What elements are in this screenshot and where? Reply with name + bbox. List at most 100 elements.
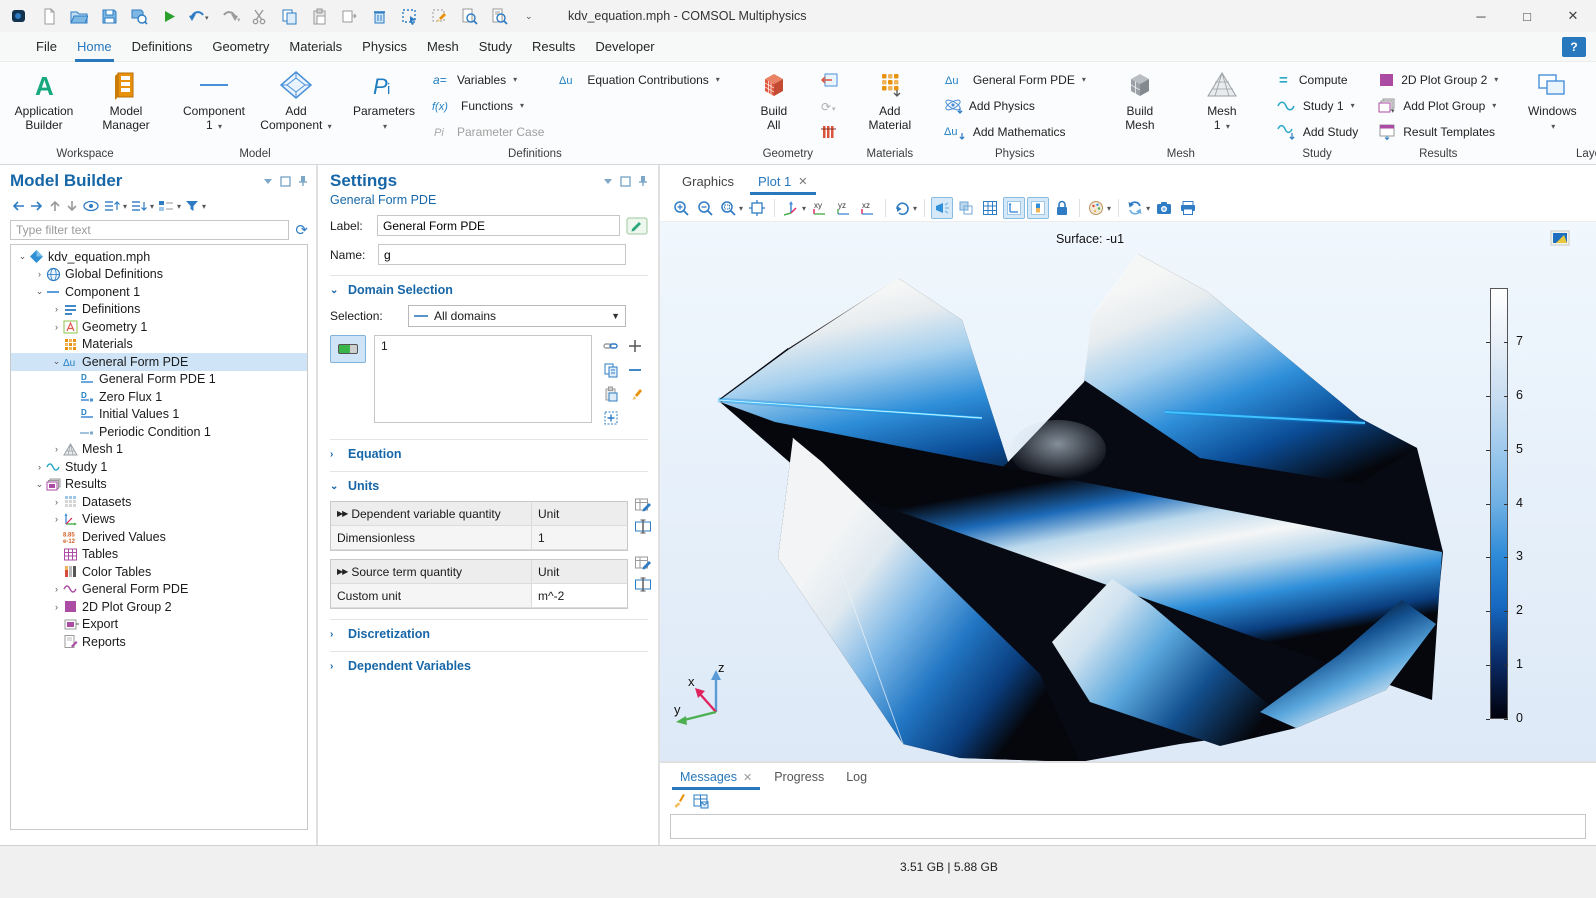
ribbon-button-model-manager[interactable]: ModelManager (86, 64, 166, 132)
ribbon-button-compute[interactable]: =Compute (1270, 68, 1364, 91)
model-builder-float-button[interactable] (280, 176, 291, 187)
qa-undo-button[interactable]: ▾ (186, 3, 212, 29)
clear-brush-button[interactable] (670, 793, 686, 809)
help-button[interactable]: ? (1562, 37, 1586, 57)
tree-item-export[interactable]: Export (11, 616, 307, 634)
tree-item-derived-values[interactable]: 8.85e-12Derived Values (11, 528, 307, 546)
qa-duplicate-button[interactable] (336, 3, 362, 29)
zoom-in-button[interactable] (670, 197, 692, 219)
ribbon-button-2d-plot-group-2[interactable]: 2D Plot Group 2▾ (1372, 68, 1504, 91)
name-input[interactable] (378, 244, 626, 265)
section-domain-selection[interactable]: ⌄ Domain Selection (330, 283, 648, 297)
tree-expander[interactable]: ⌄ (51, 356, 62, 367)
tree-item-general-form-pde[interactable]: ⌄ΔuGeneral Form PDE (11, 353, 307, 371)
ribbon-button-add-mathematics[interactable]: ΔuAdd Mathematics (938, 120, 1092, 143)
tree-item-tables[interactable]: Tables (11, 546, 307, 564)
paste-selection-button[interactable] (600, 383, 622, 405)
light-button[interactable] (931, 197, 953, 219)
messages-output-box[interactable] (670, 814, 1586, 839)
tree-expander[interactable]: ⌄ (34, 479, 45, 490)
refresh-icon[interactable]: ⟳ (295, 221, 308, 239)
zoom-to-selection-button[interactable] (600, 407, 622, 429)
tree-item-mesh-1[interactable]: ›Mesh 1 (11, 441, 307, 459)
close-tab-icon[interactable]: ✕ (798, 175, 807, 188)
tree-item-component-1[interactable]: ⌄Component 1 (11, 283, 307, 301)
ribbon-button-functions[interactable]: f(x)Functions▾ (426, 94, 550, 117)
copy-selection-list-button[interactable] (600, 359, 622, 381)
menu-file[interactable]: File (26, 32, 67, 62)
settings-float-button[interactable] (620, 176, 631, 187)
tree-item-zero-flux-1[interactable]: DZero Flux 1 (11, 388, 307, 406)
active-toggle-button[interactable] (330, 335, 366, 363)
ribbon-button-build-mesh[interactable]: BuildMesh (1100, 64, 1180, 132)
ribbon-button-study-1[interactable]: Study 1▾ (1270, 94, 1364, 117)
ribbon-button-general-form-pde[interactable]: ΔuGeneral Form PDE▾ (938, 68, 1092, 91)
qa-delete-button[interactable] (366, 3, 392, 29)
arrow-up-button[interactable] (48, 199, 62, 213)
maximize-button[interactable]: □ (1504, 0, 1550, 32)
ribbon-button-geom-fence[interactable] (816, 120, 842, 143)
grid-button[interactable] (979, 197, 1001, 219)
menu-materials[interactable]: Materials (279, 32, 352, 62)
section-equation[interactable]: › Equation (330, 447, 648, 461)
ribbon-button-geom-sync[interactable]: ⟳▾ (816, 94, 842, 117)
copy-selection-button[interactable] (600, 335, 622, 357)
print-button[interactable] (1177, 197, 1199, 219)
qa-save-search-button[interactable] (126, 3, 152, 29)
rotate-button[interactable]: ▾ (892, 197, 918, 219)
ribbon-button-windows[interactable]: Windows ▾ (1512, 64, 1592, 134)
ribbon-button-result-templates[interactable]: Result Templates (1372, 120, 1504, 143)
ribbon-button-component-1[interactable]: Component1 ▾ (174, 64, 254, 134)
add-to-selection-button[interactable] (624, 335, 646, 357)
tree-expander[interactable]: › (51, 514, 62, 524)
model-builder-menu-button[interactable] (263, 176, 273, 186)
tree-item-kdv-equation-mph[interactable]: ⌄kdv_equation.mph (11, 248, 307, 266)
close-tab-icon[interactable]: ✕ (743, 771, 752, 784)
tree-item-results[interactable]: ⌄Results (11, 476, 307, 494)
ribbon-button-geom-import[interactable] (816, 68, 842, 91)
collapse-all-button[interactable]: ▾ (130, 199, 154, 213)
zoom-extents-button[interactable] (746, 197, 768, 219)
menu-results[interactable]: Results (522, 32, 585, 62)
qa-redo-button[interactable]: ▾ (216, 3, 242, 29)
lock-button[interactable] (1051, 197, 1073, 219)
qa-cut-button[interactable] (246, 3, 272, 29)
funnel-button[interactable]: ▾ (184, 199, 206, 213)
qa-find-button[interactable] (456, 3, 482, 29)
tree-expander[interactable]: › (51, 444, 62, 454)
tree-expander[interactable]: › (51, 322, 62, 332)
qa-run-button[interactable] (156, 3, 182, 29)
label-input[interactable] (377, 215, 620, 236)
menu-geometry[interactable]: Geometry (202, 32, 279, 62)
selection-listbox[interactable]: 1 (374, 335, 592, 423)
tree-expander[interactable]: › (51, 602, 62, 612)
qa-save-button[interactable] (96, 3, 122, 29)
tree-expander[interactable]: › (34, 269, 45, 279)
camera-button[interactable] (1153, 197, 1175, 219)
cbar-button[interactable] (1027, 197, 1049, 219)
selection-dropdown[interactable]: All domains ▼ (408, 305, 626, 327)
section-units[interactable]: ⌄ Units (330, 479, 648, 493)
qa-customize-button[interactable]: ⌄ (516, 3, 542, 29)
qa-select-box-button[interactable] (396, 3, 422, 29)
model-builder-pin-button[interactable] (298, 175, 308, 187)
tree-item-study-1[interactable]: ›Study 1 (11, 458, 307, 476)
ribbon-button-variables[interactable]: a=Variables▾ (426, 68, 550, 91)
tree-expander[interactable]: › (51, 497, 62, 507)
tree-expander[interactable]: › (51, 584, 62, 594)
tree-item-reports[interactable]: Reports (11, 633, 307, 651)
section-discretization[interactable]: › Discretization (330, 627, 648, 641)
graphics-canvas[interactable]: Surface: -u1 z x y 76543210 (660, 222, 1596, 761)
update-button[interactable]: ▾ (1125, 197, 1151, 219)
edit-field-button[interactable] (634, 518, 652, 535)
ribbon-button-add-physics[interactable]: Add Physics (938, 94, 1092, 117)
settings-menu-button[interactable] (603, 176, 613, 186)
rename-button[interactable] (626, 216, 648, 236)
info-tab-log[interactable]: Log (838, 770, 875, 790)
tree-item-initial-values-1[interactable]: DInitial Values 1 (11, 406, 307, 424)
arrow-right-button[interactable] (29, 199, 45, 213)
qa-open-button[interactable] (66, 3, 92, 29)
tree-item-color-tables[interactable]: Color Tables (11, 563, 307, 581)
menu-definitions[interactable]: Definitions (122, 32, 203, 62)
section-dependent-variables[interactable]: › Dependent Variables (330, 659, 648, 673)
